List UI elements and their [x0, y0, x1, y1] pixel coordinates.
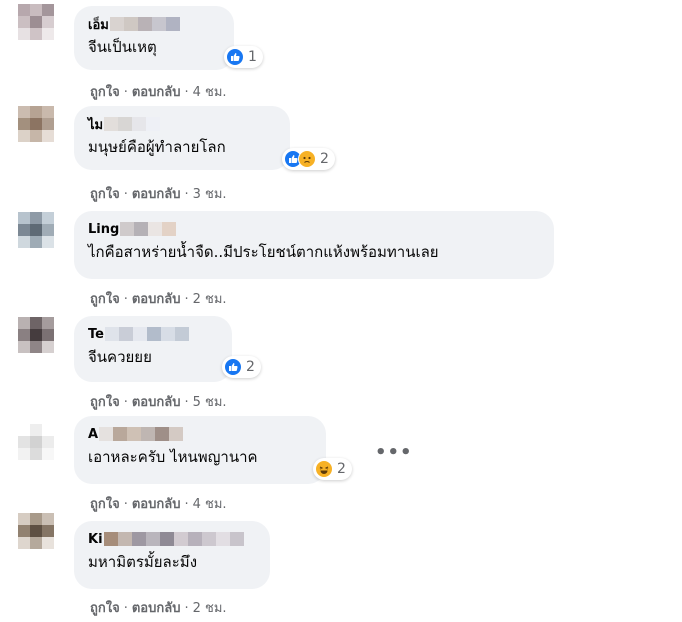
commenter-name-text[interactable]: Te [88, 327, 104, 342]
timestamp[interactable]: 2 ชม. [193, 292, 227, 307]
separator: · [184, 497, 189, 512]
reaction-summary[interactable]: 2 [282, 148, 335, 170]
reply-link[interactable]: ตอบกลับ [132, 601, 181, 616]
comment-text: จีนควยยย [88, 348, 152, 366]
like-link[interactable]: ถูกใจ [90, 187, 120, 202]
commenter-name-text[interactable]: A [88, 427, 98, 442]
reaction-count: 1 [248, 49, 257, 65]
comment-bubble: A เอาหละครับ ไหนพญานาค [74, 416, 326, 484]
reaction-count: 2 [320, 151, 329, 167]
reaction-count: 2 [337, 461, 346, 477]
separator: · [123, 497, 128, 512]
timestamp[interactable]: 4 ชม. [193, 85, 227, 100]
timestamp[interactable]: 3 ชม. [193, 187, 227, 202]
more-options-icon[interactable]: ••• [375, 442, 413, 463]
comment-bubble: เอ็ม จีนเป็นเหตุ [74, 6, 234, 70]
sad-reaction-icon [298, 150, 316, 168]
commenter-name-text[interactable]: Ling [88, 222, 119, 237]
avatar[interactable] [18, 106, 54, 154]
comment-actions: ถูกใจ · ตอบกลับ · 4 ชม. [90, 493, 227, 514]
separator: · [184, 601, 189, 616]
comment-actions: ถูกใจ · ตอบกลับ · 5 ชม. [90, 391, 227, 412]
avatar[interactable] [18, 4, 54, 52]
comment-bubble: Ling ไกคือสาหร่ายน้ำจืด..มีประโยชน์ตากแห… [74, 211, 554, 279]
timestamp[interactable]: 5 ชม. [193, 395, 227, 410]
comment-actions: ถูกใจ · ตอบกลับ · 4 ชม. [90, 81, 227, 102]
comment-text: มหามิตรมั้ยละมึง [88, 553, 198, 571]
haha-reaction-icon [315, 460, 333, 478]
commenter-name-text[interactable]: Ki [88, 532, 103, 547]
comment-actions: ถูกใจ · ตอบกลับ · 3 ชม. [90, 183, 227, 204]
avatar[interactable] [18, 424, 54, 472]
like-link[interactable]: ถูกใจ [90, 395, 120, 410]
blurred-name-mosaic [109, 17, 180, 31]
reaction-summary[interactable]: 2 [313, 458, 352, 480]
blurred-name-mosaic [99, 427, 184, 441]
reply-link[interactable]: ตอบกลับ [132, 292, 181, 307]
blurred-name-mosaic [120, 222, 177, 236]
comment-text: เอาหละครับ ไหนพญานาค [88, 448, 258, 466]
blurred-name-mosaic [104, 327, 189, 341]
commenter-name[interactable]: Te [88, 324, 218, 344]
like-link[interactable]: ถูกใจ [90, 497, 120, 512]
like-link[interactable]: ถูกใจ [90, 601, 120, 616]
comment-bubble: ไม มนุษย์คือผู้ทำลายโลก [74, 106, 290, 170]
comment-actions: ถูกใจ · ตอบกลับ · 2 ชม. [90, 288, 227, 309]
timestamp[interactable]: 4 ชม. [193, 497, 227, 512]
separator: · [123, 395, 128, 410]
like-reaction-icon [224, 358, 242, 376]
reaction-summary[interactable]: 1 [224, 46, 263, 68]
commenter-name[interactable]: Ki [88, 529, 256, 549]
reply-link[interactable]: ตอบกลับ [132, 85, 181, 100]
reply-link[interactable]: ตอบกลับ [132, 187, 181, 202]
commenter-name-text[interactable]: เอ็ม [88, 14, 109, 35]
comment-bubble: Ki มหามิตรมั้ยละมึง [74, 521, 270, 589]
commenter-name[interactable]: Ling [88, 219, 540, 239]
separator: · [184, 292, 189, 307]
separator: · [184, 187, 189, 202]
reaction-summary[interactable]: 2 [222, 356, 261, 378]
comment-text: มนุษย์คือผู้ทำลายโลก [88, 138, 226, 156]
comment-text: จีนเป็นเหตุ [88, 38, 157, 56]
commenter-name[interactable]: เอ็ม [88, 14, 220, 34]
reply-link[interactable]: ตอบกลับ [132, 497, 181, 512]
avatar[interactable] [18, 317, 54, 365]
blurred-name-mosaic [104, 117, 161, 131]
comment-actions: ถูกใจ · ตอบกลับ · 2 ชม. [90, 597, 227, 618]
timestamp[interactable]: 2 ชม. [193, 601, 227, 616]
like-link[interactable]: ถูกใจ [90, 292, 120, 307]
avatar[interactable] [18, 212, 54, 260]
like-reaction-icon [226, 48, 244, 66]
separator: · [184, 395, 189, 410]
separator: · [123, 85, 128, 100]
separator: · [123, 187, 128, 202]
comment-text: ไกคือสาหร่ายน้ำจืด..มีประโยชน์ตากแห้งพร้… [88, 243, 439, 261]
like-link[interactable]: ถูกใจ [90, 85, 120, 100]
separator: · [184, 85, 189, 100]
reaction-count: 2 [246, 359, 255, 375]
commenter-name-text[interactable]: ไม [88, 114, 103, 135]
commenter-name[interactable]: ไม [88, 114, 276, 134]
blurred-name-mosaic [103, 532, 244, 546]
commenter-name[interactable]: A [88, 424, 312, 444]
avatar[interactable] [18, 513, 54, 561]
separator: · [123, 292, 128, 307]
comment-bubble: Te จีนควยยย [74, 316, 232, 382]
separator: · [123, 601, 128, 616]
reply-link[interactable]: ตอบกลับ [132, 395, 181, 410]
